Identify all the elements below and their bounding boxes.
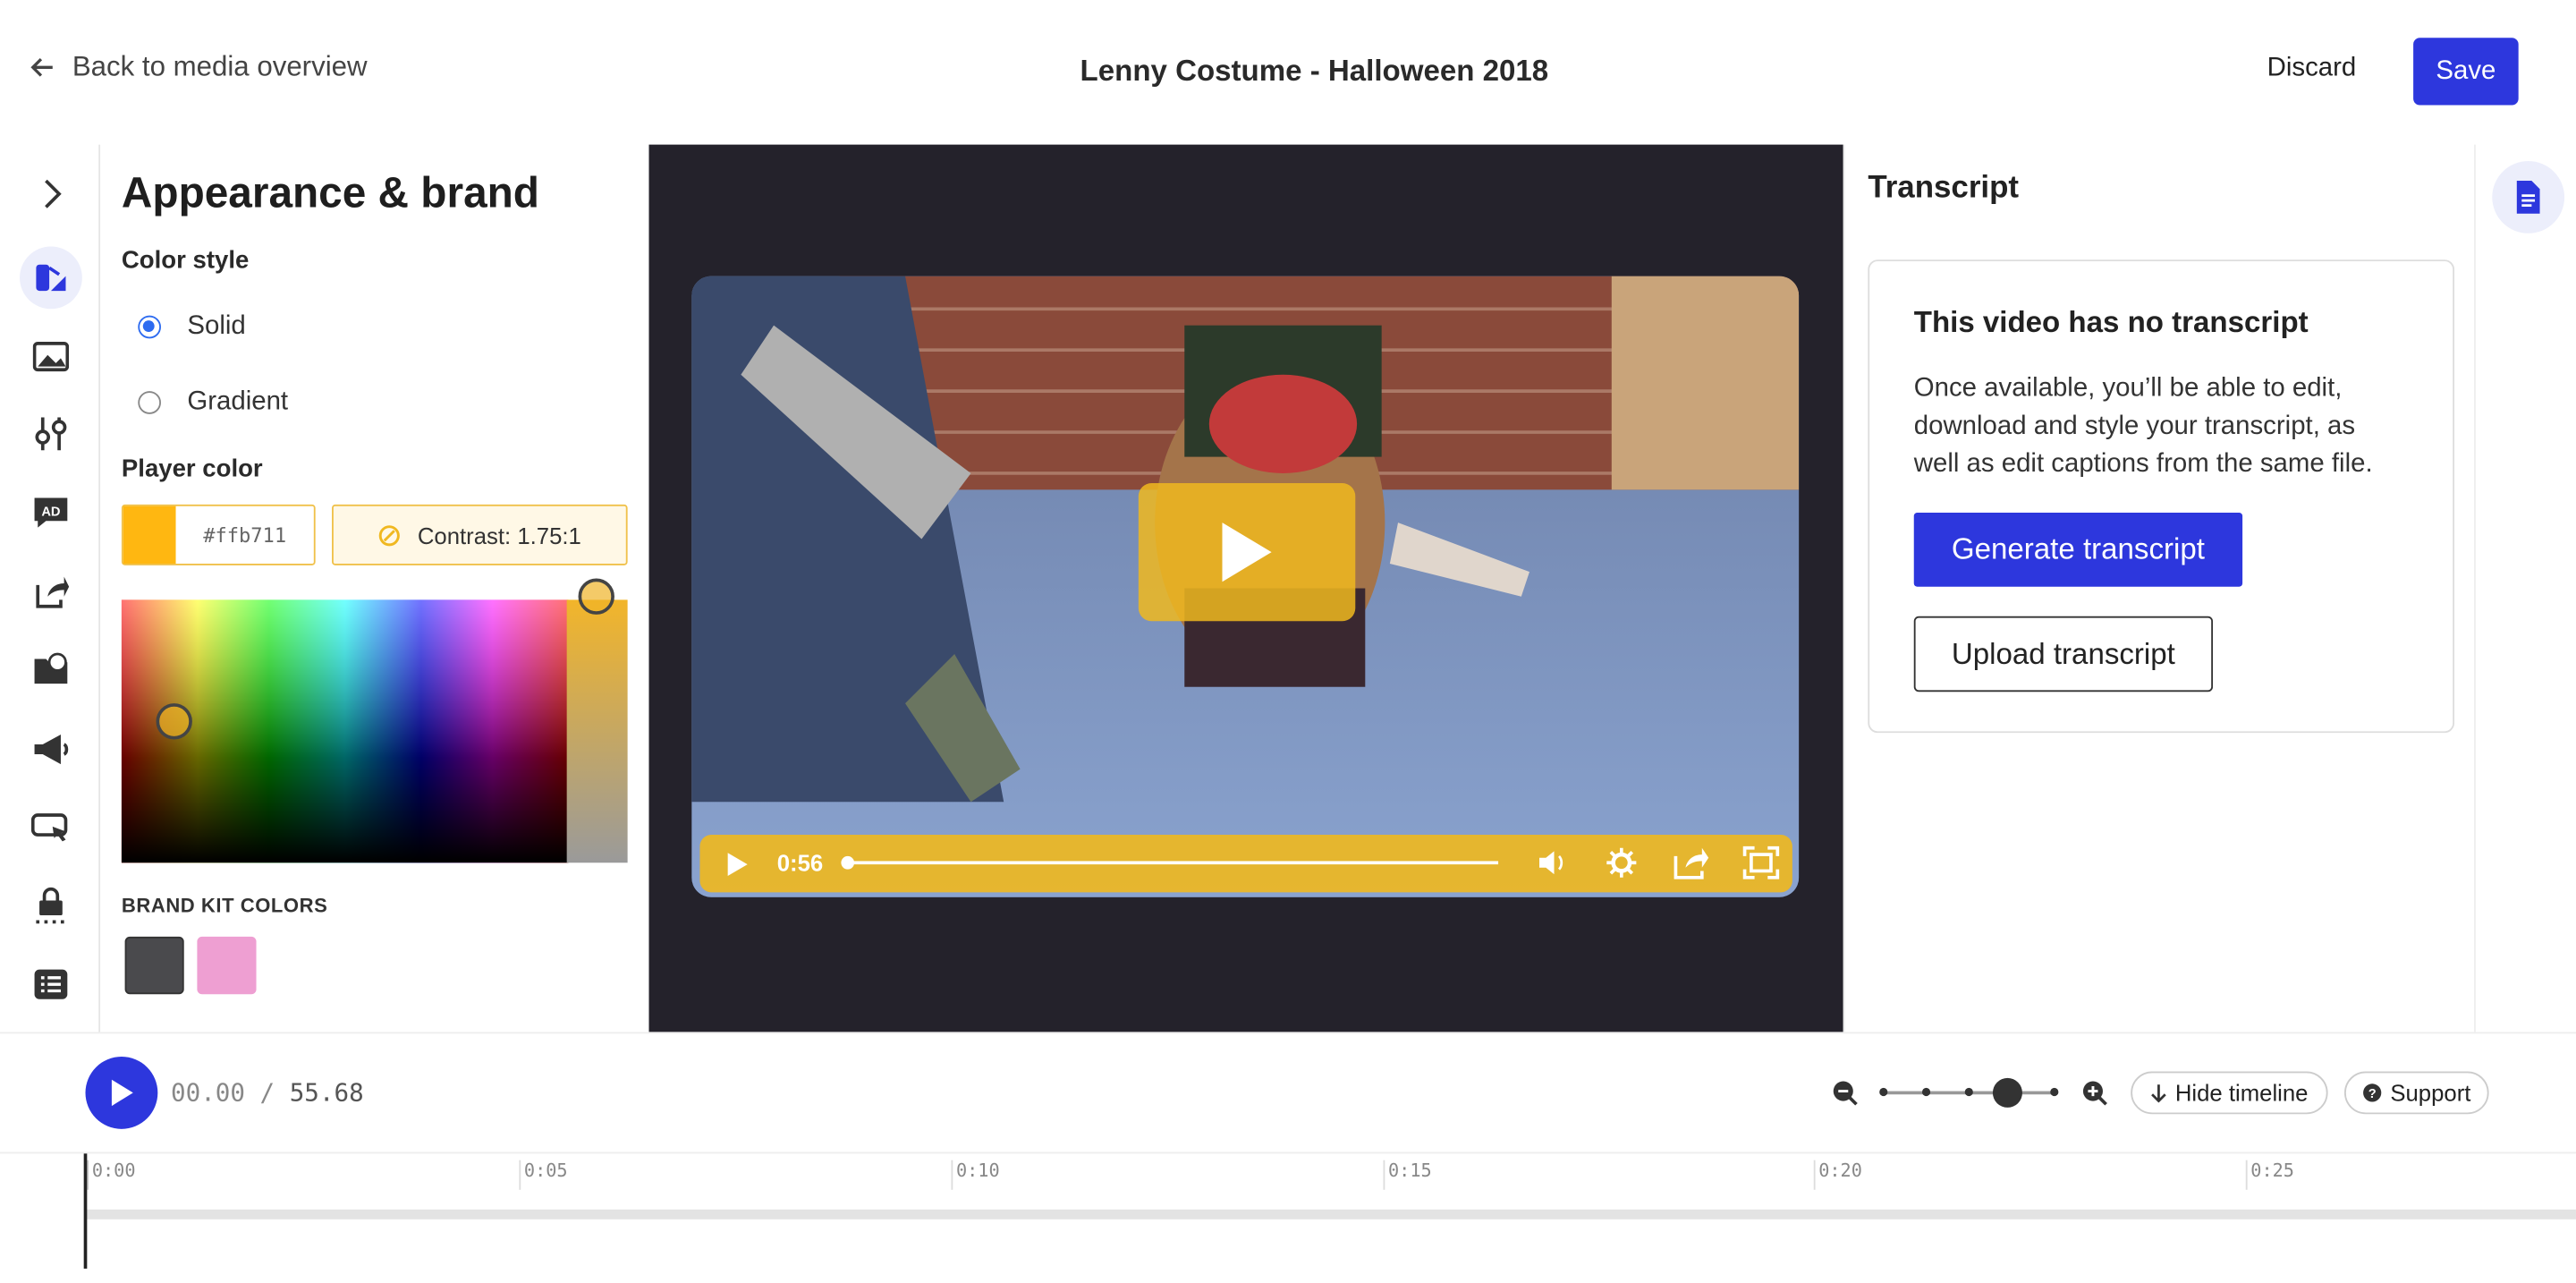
generate-transcript-button[interactable]: Generate transcript — [1913, 513, 2243, 587]
cursor-chat-icon[interactable] — [20, 797, 82, 860]
play-icon — [1222, 523, 1272, 582]
transcript-panel: Transcript This video has no transcript … — [1843, 144, 2475, 1032]
zoom-out-icon[interactable] — [1832, 1080, 1858, 1106]
save-button[interactable]: Save — [2413, 38, 2519, 106]
hex-color-field[interactable]: #ffb711 — [121, 504, 316, 565]
contrast-badge: Contrast: 1.75:1 — [332, 504, 628, 565]
volume-icon[interactable] — [1538, 850, 1567, 876]
megaphone-icon[interactable] — [20, 718, 82, 781]
help-icon: ? — [2363, 1083, 2382, 1102]
timeline-track[interactable] — [85, 1209, 2576, 1219]
settings-gear-icon[interactable] — [1605, 846, 1638, 879]
brand-color-swatch[interactable] — [124, 936, 184, 995]
document-icon — [2516, 181, 2540, 214]
zoom-step-dot — [1921, 1087, 1931, 1097]
timeline-area: 00.00 / 55.68 Hide timeline ? Support 0:… — [0, 1032, 2576, 1283]
tick-line — [951, 1160, 953, 1190]
color-picker-handle[interactable] — [156, 703, 192, 740]
list-icon[interactable] — [20, 953, 82, 1015]
hide-timeline-button[interactable]: Hide timeline — [2131, 1071, 2328, 1115]
sliders-icon[interactable] — [20, 403, 82, 465]
video-stage: 0:56 — [648, 144, 1843, 1032]
tick-line — [2245, 1160, 2248, 1190]
transcript-title: Transcript — [1868, 171, 2020, 206]
play-icon[interactable] — [726, 851, 750, 877]
radio-gradient-label: Gradient — [187, 387, 289, 416]
share-icon[interactable] — [20, 560, 82, 623]
timeline-divider — [0, 1151, 2576, 1154]
radio-solid[interactable]: Solid — [138, 311, 246, 342]
play-icon — [111, 1079, 133, 1107]
tick-line — [519, 1160, 521, 1190]
zoom-step-dot — [1879, 1087, 1888, 1097]
svg-text:AD: AD — [41, 506, 60, 520]
card-title: This video has no transcript — [1913, 305, 2309, 339]
timeline-tick: 0:00 — [91, 1160, 136, 1182]
page-title: Lenny Costume - Halloween 2018 — [1080, 54, 1549, 88]
tick-line — [1383, 1160, 1385, 1190]
zoom-in-icon[interactable] — [2081, 1080, 2107, 1106]
progress-handle[interactable] — [841, 855, 855, 870]
current-time: 00.00 — [171, 1077, 245, 1108]
zoom-step-dot — [2050, 1087, 2059, 1097]
zoom-step-dot — [1964, 1087, 1973, 1097]
brand-kit-label: BRAND KIT COLORS — [121, 894, 328, 917]
playhead[interactable] — [83, 1153, 87, 1269]
chevron-right-icon[interactable] — [20, 163, 82, 225]
timeline-tick: 0:05 — [523, 1160, 568, 1182]
video-player[interactable]: 0:56 — [691, 276, 1800, 897]
upload-transcript-button[interactable]: Upload transcript — [1913, 616, 2214, 692]
card-body: Once available, you’ll be able to edit, … — [1913, 374, 2373, 479]
opacity-slider[interactable] — [566, 599, 628, 863]
timeline-tick: 0:20 — [1818, 1160, 1862, 1182]
timeline-tick: 0:10 — [955, 1160, 1000, 1182]
opacity-slider-handle[interactable] — [578, 578, 614, 615]
color-swatch — [123, 506, 176, 564]
image-icon[interactable] — [20, 326, 82, 388]
arrow-down-icon — [2151, 1084, 2166, 1103]
right-rail — [2474, 144, 2576, 1032]
time-readout: 00.00 / 55.68 — [171, 1078, 364, 1108]
hex-value[interactable]: #ffb711 — [176, 523, 314, 547]
support-button[interactable]: ? Support — [2343, 1071, 2489, 1115]
player-color-label: Player color — [121, 455, 263, 483]
folder-link-icon[interactable] — [20, 638, 82, 701]
warning-circle-icon — [379, 524, 401, 546]
player-controls: 0:56 — [699, 835, 1792, 893]
color-style-label: Color style — [121, 246, 250, 275]
appearance-icon[interactable] — [20, 246, 82, 310]
transcript-tab[interactable] — [2492, 160, 2565, 234]
video-time: 0:56 — [776, 849, 824, 876]
radio-gradient[interactable]: Gradient — [138, 387, 288, 417]
timeline-tick: 0:25 — [2250, 1160, 2294, 1182]
no-transcript-card: This video has no transcript Once availa… — [1868, 259, 2455, 734]
total-time: 55.68 — [289, 1077, 364, 1108]
svg-text:?: ? — [2368, 1087, 2377, 1101]
radio-gradient-dot[interactable] — [138, 391, 161, 414]
tick-line — [1813, 1160, 1816, 1190]
top-bar: Back to media overview Lenny Costume - H… — [0, 0, 2576, 145]
big-play-button[interactable] — [1138, 482, 1356, 622]
zoom-slider-handle[interactable] — [1992, 1077, 2022, 1108]
ad-icon[interactable]: AD — [20, 481, 82, 544]
tick-line — [87, 1160, 89, 1190]
panel-heading: Appearance & brand — [121, 167, 539, 217]
appearance-panel: Appearance & brand Color style Solid Gra… — [101, 144, 649, 1032]
progress-track[interactable] — [847, 861, 1499, 865]
left-rail: AD — [0, 144, 101, 1032]
timeline-play-button[interactable] — [85, 1056, 158, 1129]
timeline-tick: 0:15 — [1388, 1160, 1432, 1182]
discard-button[interactable]: Discard — [2267, 55, 2357, 84]
lock-icon[interactable] — [20, 874, 82, 937]
support-label: Support — [2390, 1079, 2471, 1107]
brand-color-swatch[interactable] — [197, 936, 257, 995]
time-separator: / — [259, 1077, 275, 1108]
share-icon[interactable] — [1671, 845, 1710, 880]
radio-solid-dot[interactable] — [138, 315, 161, 339]
radio-solid-label: Solid — [187, 311, 246, 341]
fullscreen-icon[interactable] — [1741, 845, 1781, 880]
hide-timeline-label: Hide timeline — [2174, 1079, 2309, 1107]
contrast-label: Contrast: 1.75:1 — [417, 522, 581, 548]
